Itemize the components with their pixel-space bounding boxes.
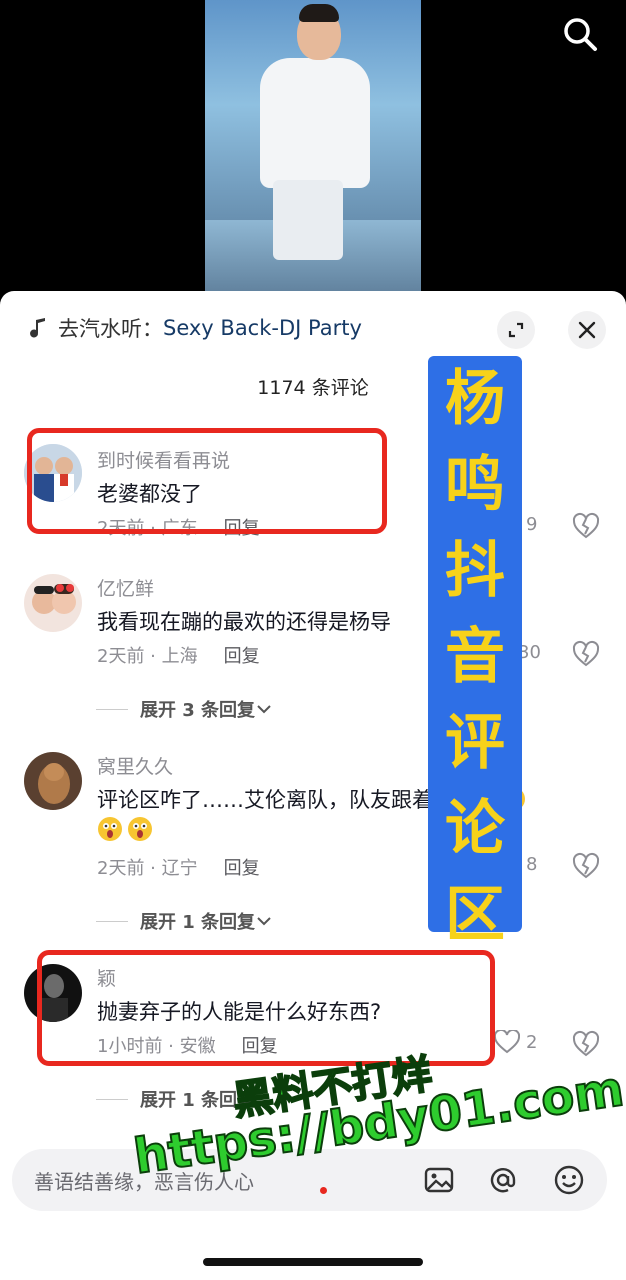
avatar[interactable]: [24, 752, 82, 810]
shocked-emoji-icon: [98, 817, 122, 841]
shocked-emoji-icon: [128, 817, 152, 841]
comment-count: 1174 条评论: [257, 377, 369, 399]
overlay-char: 区: [445, 880, 505, 950]
music-note-icon: [30, 318, 45, 338]
at-icon[interactable]: [486, 1163, 520, 1197]
expand-replies-label: 展开 1 条回复: [140, 912, 256, 933]
video-person-legs: [273, 180, 343, 260]
broken-heart-icon[interactable]: [572, 640, 600, 668]
comment-text: 我看现在蹦的最欢的还得是杨导: [97, 610, 391, 634]
notification-dot: [320, 1187, 327, 1194]
chevron-down-icon: [257, 705, 271, 714]
music-song[interactable]: Sexy Back-DJ Party: [163, 316, 362, 340]
overlay-char: 评: [445, 708, 505, 778]
expand-icon[interactable]: [497, 311, 535, 349]
comment-time: 2天前 · 辽宁: [97, 858, 198, 879]
overlay-char: 音: [445, 622, 505, 692]
like-count: 9: [526, 513, 538, 535]
divider: [96, 920, 128, 922]
expand-replies-label: 展开 3 条回复: [140, 700, 256, 721]
overlay-caption: 杨 鸣 抖 音 评 论 区: [428, 356, 522, 950]
divider: [96, 1098, 128, 1100]
divider: [96, 708, 128, 710]
close-icon[interactable]: [568, 311, 606, 349]
overlay-char: 论: [445, 794, 505, 864]
comment-emoji-line: [97, 816, 153, 842]
broken-heart-icon[interactable]: [572, 852, 600, 880]
like-count: 2: [526, 1031, 538, 1053]
comment-username[interactable]: 窝里久久: [97, 752, 173, 779]
overlay-char: 鸣: [445, 450, 505, 520]
chevron-down-icon: [257, 917, 271, 926]
overlay-char: 杨: [445, 364, 505, 434]
image-icon[interactable]: [422, 1163, 456, 1197]
highlight-box: [27, 428, 387, 534]
expand-replies[interactable]: 展开 3 条回复: [96, 696, 273, 722]
expand-replies[interactable]: 展开 1 条回复: [96, 908, 273, 934]
emoji-icon[interactable]: [552, 1163, 586, 1197]
avatar[interactable]: [24, 574, 82, 632]
search-icon[interactable]: [560, 14, 600, 54]
video-preview[interactable]: [205, 0, 421, 300]
broken-heart-icon[interactable]: [572, 1030, 600, 1058]
broken-heart-icon[interactable]: [572, 512, 600, 540]
like-button[interactable]: 2: [494, 1030, 537, 1054]
comment-time: 2天前 · 上海: [97, 646, 198, 667]
comment-username[interactable]: 亿忆鲜: [97, 574, 154, 601]
video-person-hair: [299, 4, 339, 22]
reply-button[interactable]: 回复: [224, 858, 260, 879]
heart-icon: [494, 1030, 520, 1054]
like-count: 8: [526, 853, 538, 875]
music-prefix: 去汽水听：: [58, 317, 163, 341]
home-indicator[interactable]: [203, 1258, 423, 1266]
comment-meta: 2天前 · 辽宁 回复: [97, 854, 260, 880]
music-link[interactable]: 去汽水听： Sexy Back-DJ Party: [28, 313, 362, 343]
overlay-char: 抖: [445, 536, 505, 606]
video-person-body: [260, 58, 370, 188]
comment-meta: 2天前 · 上海 回复: [97, 642, 260, 668]
reply-button[interactable]: 回复: [224, 646, 260, 667]
